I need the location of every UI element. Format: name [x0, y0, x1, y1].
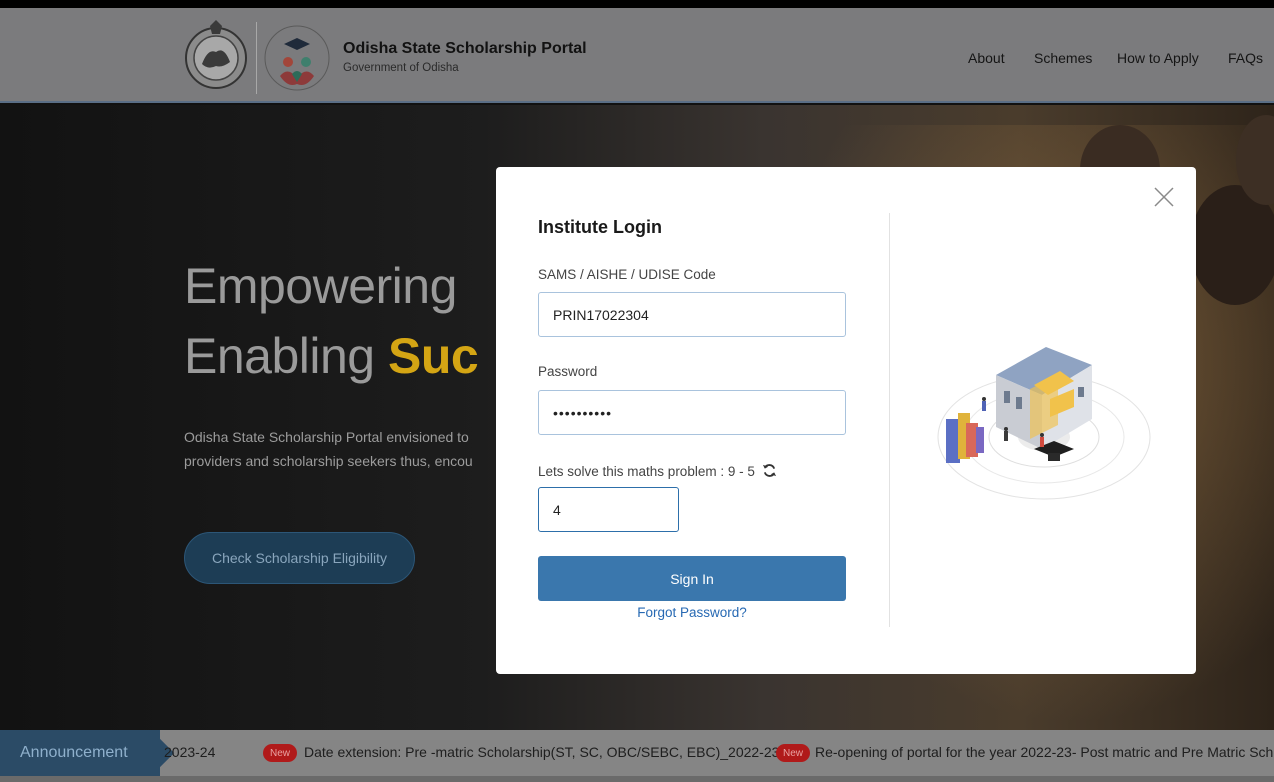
announcement-item[interactable]: 2023-24	[164, 744, 215, 760]
hero-description: Odisha State Scholarship Portal envision…	[184, 425, 514, 473]
nav-schemes[interactable]: Schemes	[1034, 50, 1092, 66]
check-eligibility-button[interactable]: Check Scholarship Eligibility	[184, 532, 415, 584]
new-badge: New	[776, 744, 810, 762]
site-header: Odisha State Scholarship Portal Governme…	[0, 8, 1274, 103]
login-title: Institute Login	[538, 217, 662, 237]
new-badge: New	[263, 744, 297, 762]
scholarship-logo-icon	[264, 25, 330, 91]
state-emblem-icon	[185, 20, 247, 89]
bottom-strip	[0, 776, 1274, 782]
forgot-password-link[interactable]: Forgot Password?	[538, 605, 846, 620]
nav-faqs[interactable]: FAQs	[1228, 50, 1263, 66]
hero-description-line: providers and scholarship seekers thus, …	[184, 453, 473, 469]
announcement-item[interactable]: Date extension: Pre -matric Scholarship(…	[304, 744, 779, 760]
announcement-item[interactable]: Re-opening of portal for the year 2022-2…	[815, 744, 1274, 760]
sign-in-button[interactable]: Sign In	[538, 556, 846, 601]
announcement-label: Announcement	[0, 730, 160, 776]
modal-divider	[889, 213, 890, 627]
refresh-icon[interactable]	[762, 463, 777, 478]
captcha-label: Lets solve this maths problem : 9 - 5	[538, 464, 755, 479]
code-label: SAMS / AISHE / UDISE Code	[538, 267, 716, 282]
hero-title-line2: Enabling Suc	[184, 327, 479, 385]
password-input[interactable]: ••••••••••	[538, 390, 846, 435]
nav-about[interactable]: About	[968, 50, 1005, 66]
hero-description-line: Odisha State Scholarship Portal envision…	[184, 429, 469, 445]
password-label: Password	[538, 364, 598, 379]
close-icon[interactable]	[1152, 185, 1176, 209]
hero-title-highlight: Suc	[388, 328, 479, 384]
institute-illustration	[937, 347, 1151, 500]
institute-login-modal: Institute Login SAMS / AISHE / UDISE Cod…	[496, 167, 1196, 674]
portal-subtitle: Government of Odisha	[343, 62, 459, 74]
header-divider	[256, 22, 257, 94]
captcha-label-row: Lets solve this maths problem : 9 - 5	[538, 463, 777, 479]
announcement-bar: Announcement 2023-24 New Date extension:…	[0, 730, 1274, 776]
hero-title-line1: Empowering	[184, 258, 457, 314]
captcha-input[interactable]: 4	[538, 487, 679, 532]
top-strip	[0, 0, 1274, 8]
code-input[interactable]: PRIN17022304	[538, 292, 846, 337]
hero-title-prefix: Enabling	[184, 328, 388, 384]
portal-title[interactable]: Odisha State Scholarship Portal	[343, 40, 587, 58]
nav-how-to-apply[interactable]: How to Apply	[1117, 50, 1199, 66]
